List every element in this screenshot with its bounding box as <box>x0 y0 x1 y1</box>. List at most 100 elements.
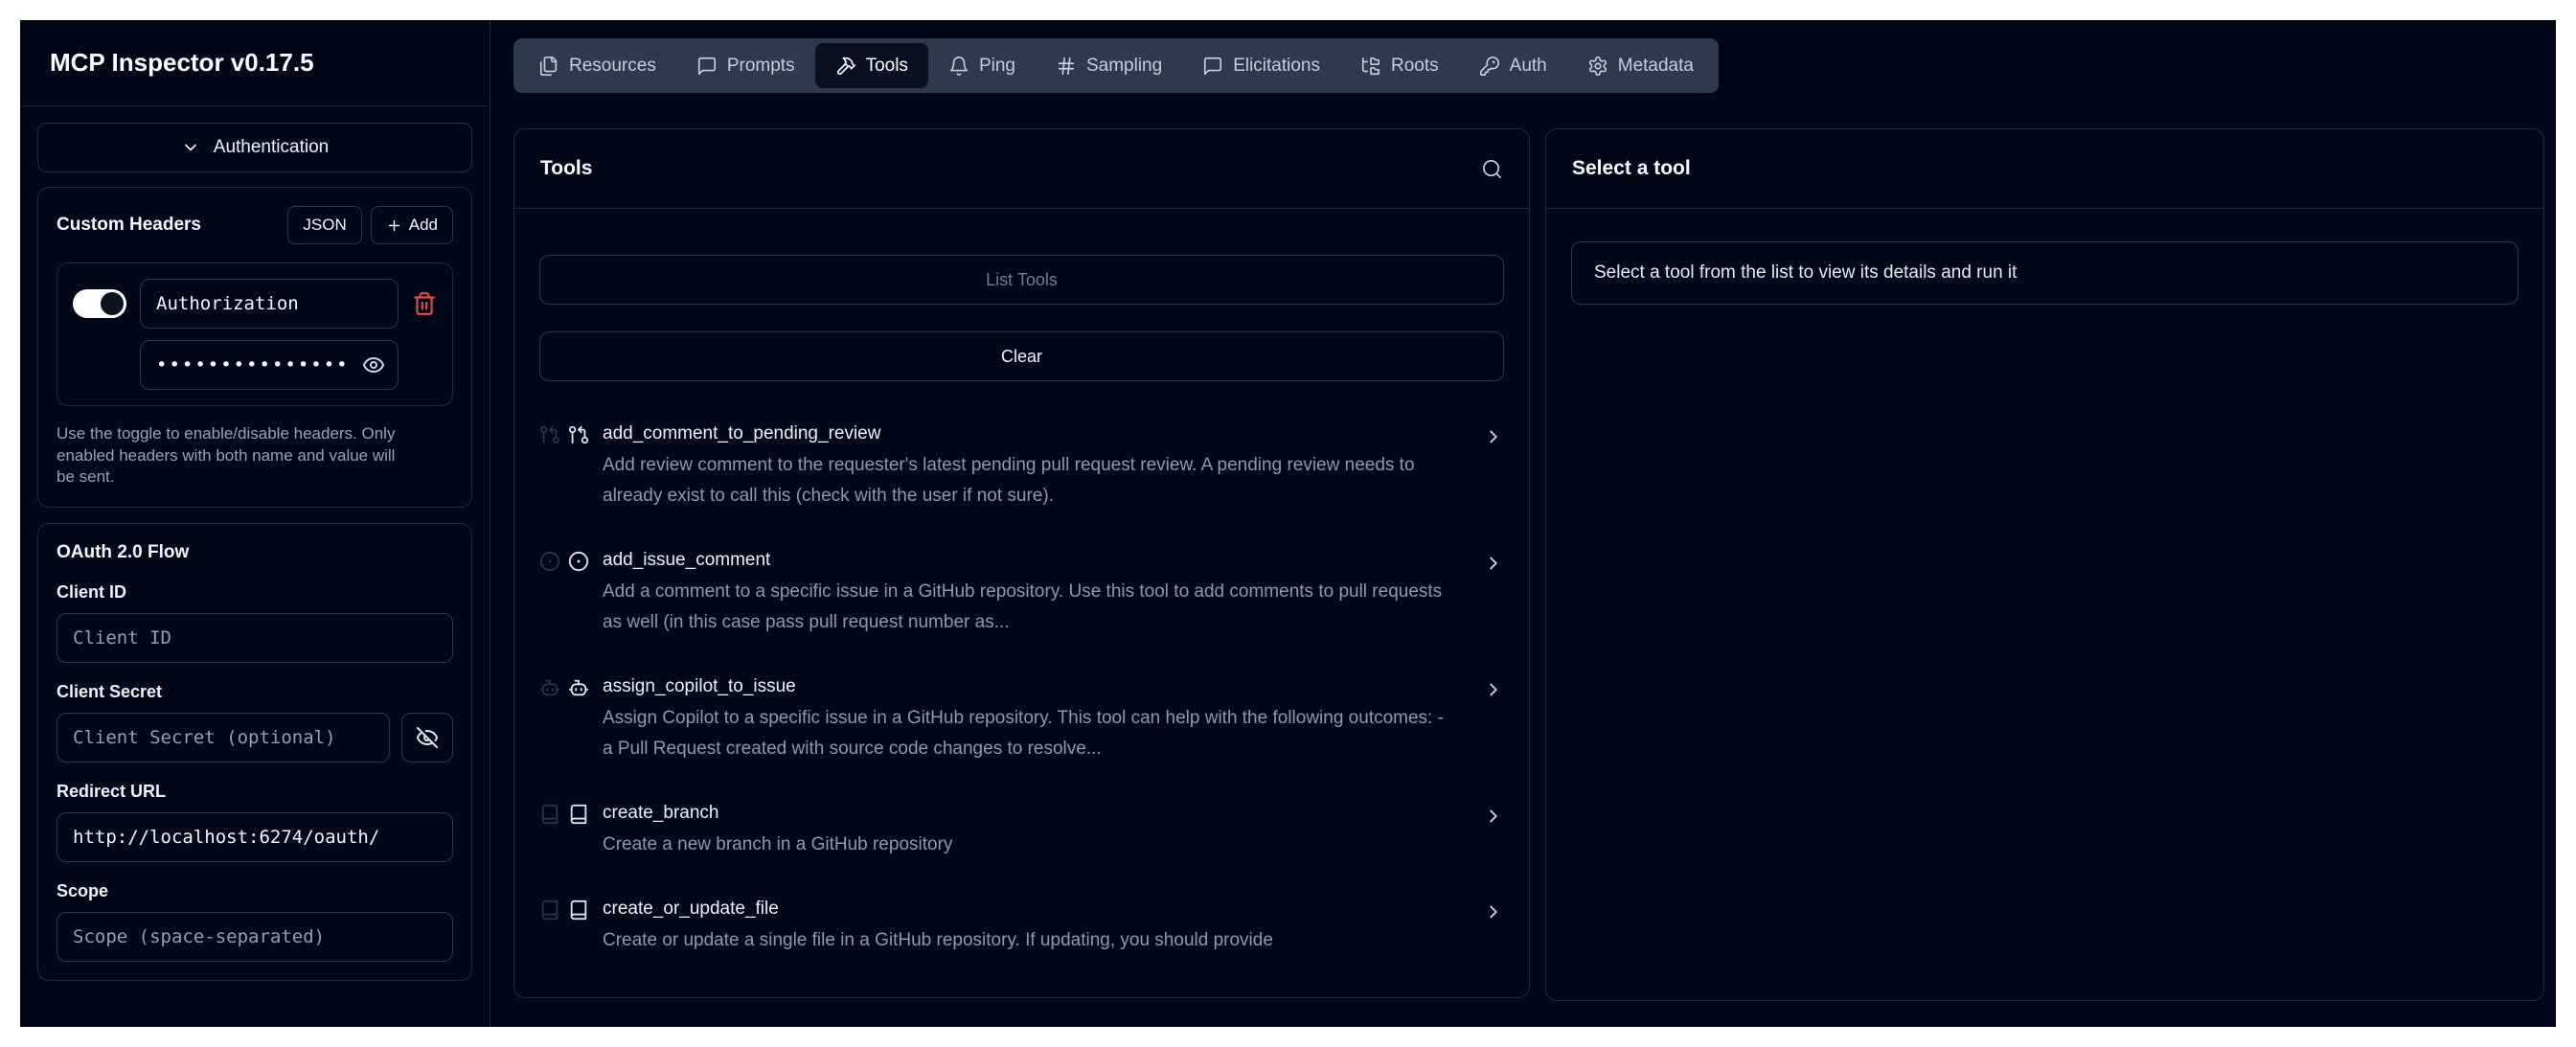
bell-icon <box>948 56 969 77</box>
tab-label: Auth <box>1510 56 1547 77</box>
clear-button[interactable]: Clear <box>539 331 1504 381</box>
authentication-collapse-button[interactable]: Authentication <box>37 123 472 172</box>
git-pull-request-icon <box>539 424 560 445</box>
issue-circle-dot-icon <box>568 551 589 572</box>
detail-panel-title: Select a tool <box>1572 157 1691 180</box>
chevron-down-icon <box>181 138 200 157</box>
tool-description: Add review comment to the requester's la… <box>603 450 1446 512</box>
json-button[interactable]: JSON <box>287 206 361 244</box>
show-header-value-button[interactable] <box>362 353 385 376</box>
tab-label: Elicitations <box>1233 56 1320 77</box>
tab-roots[interactable]: Roots <box>1340 43 1459 88</box>
repo-book-icon <box>539 804 560 825</box>
tool-row-create-or-update-file[interactable]: create_or_update_file Create or update a… <box>539 899 1504 956</box>
repo-book-icon <box>539 899 560 921</box>
custom-headers-helper-text: Use the toggle to enable/disable headers… <box>57 423 413 489</box>
tool-detail-panel: Select a tool Select a tool from the lis… <box>1545 128 2544 1001</box>
add-button-label: Add <box>409 216 438 235</box>
tool-name: add_comment_to_pending_review <box>603 423 1483 444</box>
tab-label: Sampling <box>1086 56 1162 77</box>
client-id-input[interactable] <box>57 613 453 663</box>
tools-panel: Tools List Tools Clear add_com <box>513 128 1530 998</box>
tool-row-add-issue-comment[interactable]: add_issue_comment Add a comment to a spe… <box>539 550 1504 638</box>
tool-description: Assign Copilot to a specific issue in a … <box>603 703 1446 764</box>
issue-circle-dot-icon <box>539 551 560 572</box>
tool-row-add-comment-to-pending-review[interactable]: add_comment_to_pending_review Add review… <box>539 423 1504 512</box>
search-icon[interactable] <box>1481 158 1503 180</box>
main-area: Resources Prompts Tools Ping Sampling El… <box>490 20 2556 1027</box>
chevron-right-icon <box>1483 806 1504 827</box>
repo-book-icon <box>568 804 589 825</box>
tool-name: create_or_update_file <box>603 899 1483 920</box>
tool-name: create_branch <box>603 803 1483 824</box>
eye-off-icon <box>416 726 439 749</box>
oauth-flow-card: OAuth 2.0 Flow Client ID Client Secret R… <box>37 523 472 981</box>
tab-label: Metadata <box>1618 56 1694 77</box>
tab-ping[interactable]: Ping <box>928 43 1036 88</box>
authentication-label: Authentication <box>214 137 329 158</box>
copilot-bot-icon <box>568 677 589 698</box>
tab-label: Ping <box>979 56 1015 77</box>
chevron-right-icon <box>1483 901 1504 922</box>
tab-tools[interactable]: Tools <box>815 43 928 88</box>
tool-name: assign_copilot_to_issue <box>603 676 1483 697</box>
redirect-url-label: Redirect URL <box>57 782 453 802</box>
mcp-inspector-app: MCP Inspector v0.17.5 Authentication Cus… <box>20 20 2556 1027</box>
files-icon <box>538 56 559 77</box>
json-button-label: JSON <box>303 216 346 235</box>
header-name-input[interactable] <box>140 279 399 329</box>
tool-description: Create a new branch in a GitHub reposito… <box>603 830 1446 860</box>
trash-icon <box>412 291 437 316</box>
tool-row-assign-copilot-to-issue[interactable]: assign_copilot_to_issue Assign Copilot t… <box>539 676 1504 764</box>
folder-tree-icon <box>1360 56 1381 77</box>
tab-label: Prompts <box>727 56 795 77</box>
tab-resources[interactable]: Resources <box>518 43 676 88</box>
client-id-label: Client ID <box>57 582 453 603</box>
git-pull-request-icon <box>568 424 589 445</box>
hammer-icon <box>835 56 856 77</box>
plus-icon <box>386 217 402 234</box>
tab-label: Tools <box>866 56 908 77</box>
empty-state-message: Select a tool from the list to view its … <box>1571 241 2519 305</box>
redirect-url-input[interactable] <box>57 812 453 862</box>
client-secret-input[interactable] <box>57 713 390 762</box>
oauth-flow-title: OAuth 2.0 Flow <box>57 542 453 563</box>
scope-input[interactable] <box>57 912 453 962</box>
tool-list: add_comment_to_pending_review Add review… <box>539 423 1504 956</box>
message-square-icon <box>1202 56 1223 77</box>
list-tools-button[interactable]: List Tools <box>539 255 1504 305</box>
chevron-right-icon <box>1483 553 1504 574</box>
tab-label: Roots <box>1391 56 1439 77</box>
copilot-bot-icon <box>539 677 560 698</box>
eye-icon <box>362 353 385 376</box>
header-enabled-toggle[interactable] <box>73 289 126 318</box>
tab-elicitations[interactable]: Elicitations <box>1182 43 1340 88</box>
app-title: MCP Inspector v0.17.5 <box>20 20 490 106</box>
tool-description: Create or update a single file in a GitH… <box>603 925 1446 956</box>
tab-label: Resources <box>569 56 656 77</box>
add-header-button[interactable]: Add <box>371 206 453 244</box>
custom-headers-card: Custom Headers JSON Add <box>37 187 472 508</box>
message-square-icon <box>696 56 718 77</box>
show-client-secret-button[interactable] <box>401 713 453 762</box>
hash-icon <box>1056 56 1077 77</box>
tools-panel-title: Tools <box>540 157 592 180</box>
custom-headers-title: Custom Headers <box>57 215 201 236</box>
delete-header-button[interactable] <box>412 291 437 316</box>
tab-metadata[interactable]: Metadata <box>1567 43 1714 88</box>
chevron-right-icon <box>1483 679 1504 700</box>
tab-prompts[interactable]: Prompts <box>676 43 815 88</box>
tab-sampling[interactable]: Sampling <box>1036 43 1182 88</box>
header-value-input[interactable] <box>140 340 399 390</box>
tab-auth[interactable]: Auth <box>1459 43 1567 88</box>
repo-book-icon <box>568 899 589 921</box>
client-secret-label: Client Secret <box>57 682 453 702</box>
header-entry-group <box>57 262 453 406</box>
gear-icon <box>1587 56 1608 77</box>
key-icon <box>1479 56 1500 77</box>
chevron-right-icon <box>1483 426 1504 447</box>
toggle-knob <box>101 292 124 315</box>
scope-label: Scope <box>57 881 453 901</box>
sidebar-body: Authentication Custom Headers JSON Add <box>20 106 490 1027</box>
tool-row-create-branch[interactable]: create_branch Create a new branch in a G… <box>539 803 1504 860</box>
